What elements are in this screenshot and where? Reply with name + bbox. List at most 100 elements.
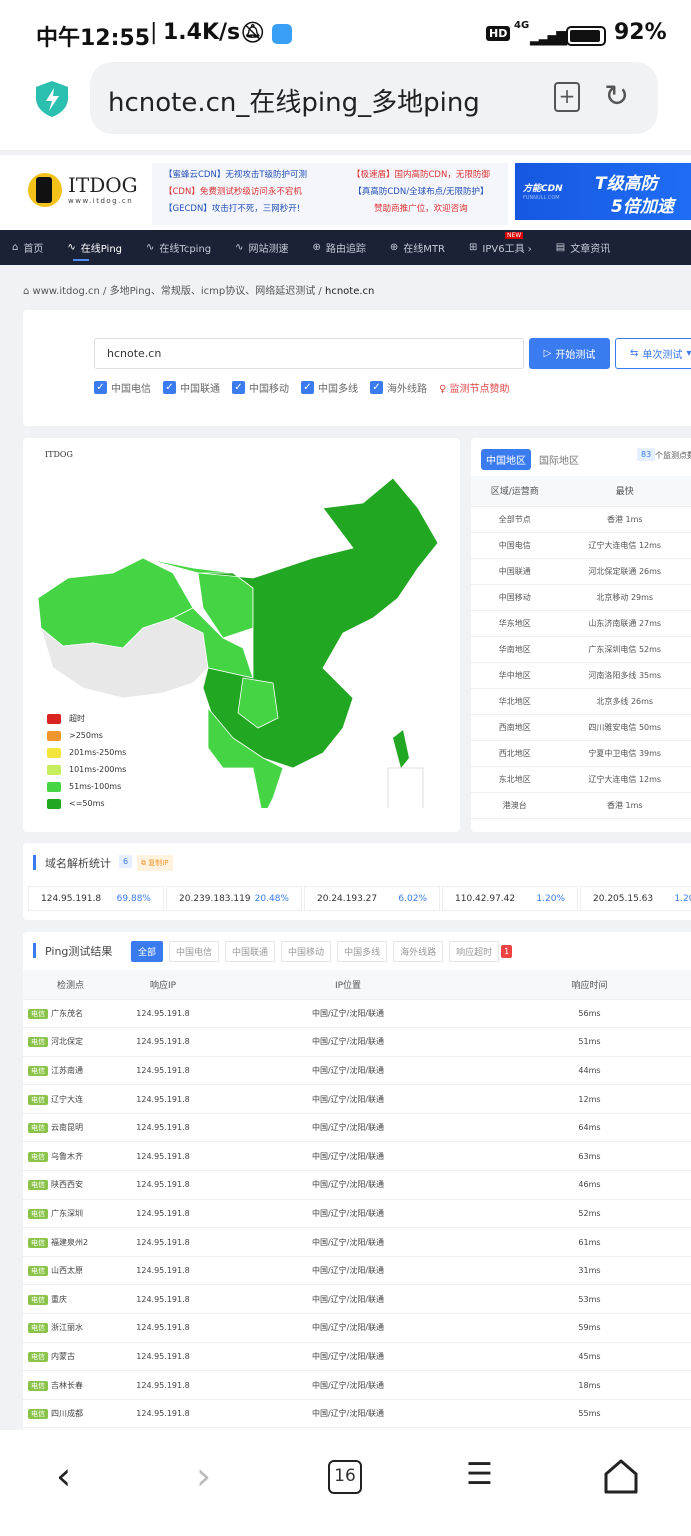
- battery-icon: [566, 26, 606, 46]
- menu-icon[interactable]: ☰: [466, 1460, 493, 1490]
- response-ip: 124.95.191.8: [118, 999, 208, 1029]
- pulse-icon: ∿: [146, 242, 155, 253]
- site-logo[interactable]: ITDOG: [68, 173, 138, 197]
- region-row: 中国电信 辽宁大连电信 12ms: [471, 532, 691, 559]
- ip-location: 中国/辽宁/沈阳/联通: [208, 999, 488, 1029]
- ping-results-card: Ping测试结果 全部 中国电信 中国联通 中国移动 中国多线 海外线路 响应超时 1 检测点…: [23, 932, 691, 1432]
- nav-label: IPV6工具 ›: [482, 244, 532, 255]
- region-name: 东北地区: [471, 766, 559, 793]
- isp-tag: 电信: [28, 1323, 48, 1334]
- probe-location: 河北保定: [51, 1037, 83, 1047]
- dropdown-value: 单次测试: [642, 350, 683, 361]
- pulse-icon: ∿: [235, 242, 244, 253]
- filter-tab[interactable]: 中国联通: [225, 941, 276, 962]
- signal-icon: ▂▃▅▇: [530, 30, 567, 46]
- probe-location: 乌鲁木齐: [51, 1151, 83, 1161]
- sponsor-link[interactable]: ♀ 监测节点赞助: [439, 380, 510, 395]
- ip-address: 20.205.15.63: [593, 893, 654, 904]
- copy-ip-button[interactable]: ⧉ 复制IP: [137, 855, 173, 871]
- nav-speedtest[interactable]: ∿ 网站测速: [223, 230, 300, 265]
- response-ip: 124.95.191.8: [118, 1027, 208, 1057]
- app-notification-icon: [272, 24, 292, 44]
- ad-link[interactable]: 【CDN】免费测试秒级访问永不宕机: [164, 184, 307, 201]
- tab-international[interactable]: 国际地区: [539, 452, 579, 467]
- nav-ipv6[interactable]: ⊞ IPV6工具 › NEW: [457, 230, 544, 265]
- ad-link[interactable]: 【蜜蜂云CDN】无视攻击T级防护可测: [164, 167, 307, 184]
- search-card: hcnote.cn ▷ 开始测试 ⇆ 单次测试 ▾ ✓ 中国电信 ✓ 中国联通 ✓ 中国移动…: [23, 310, 691, 426]
- button-label: 开始测试: [555, 350, 596, 361]
- ip-share: 6.02%: [398, 893, 427, 904]
- table-row: 电信 乌鲁木齐 124.95.191.8 中国/辽宁/沈阳/联通 63ms: [23, 1141, 691, 1172]
- region-name: 华东地区: [471, 610, 559, 637]
- response-ip: 124.95.191.8: [118, 1199, 208, 1229]
- logo-subtitle: www.itdog.cn: [68, 197, 134, 205]
- nav-home[interactable]: ⌂ 首页: [0, 230, 55, 265]
- isp-tag: 电信: [28, 1065, 48, 1076]
- legend-swatch: [47, 747, 61, 758]
- probe-location: 福建泉州2: [51, 1237, 89, 1247]
- nav-mtr[interactable]: ⊕ 在线MTR: [378, 230, 457, 265]
- ad-link[interactable]: 赞助商推广位，欢迎咨询: [352, 201, 490, 218]
- ip-address: 20.24.193.27: [317, 893, 378, 904]
- ip-share: 20.48%: [254, 893, 289, 904]
- region-row: 中国移动 北京移动 29ms: [471, 584, 691, 611]
- start-test-button[interactable]: ▷ 开始测试: [529, 338, 610, 369]
- ip-location: 中国/辽宁/沈阳/联通: [208, 1141, 488, 1172]
- response-time: 18ms: [488, 1370, 691, 1400]
- ip-location: 中国/辽宁/沈阳/联通: [208, 1256, 488, 1286]
- filter-tab[interactable]: 全部: [131, 941, 164, 962]
- tabs-count-button[interactable]: 16: [328, 1460, 362, 1494]
- probe-cell: 电信 福建泉州2: [23, 1227, 118, 1257]
- legend-swatch: [47, 713, 61, 724]
- tab-china[interactable]: 中国地区: [481, 449, 531, 470]
- checkbox-telecom[interactable]: ✓ 中国电信: [94, 380, 151, 395]
- checkbox-mobile[interactable]: ✓ 中国移动: [232, 380, 289, 395]
- nav-label: 在线Ping: [80, 244, 123, 255]
- ad-link[interactable]: 【GECDN】攻击打不死，三网秒开!: [164, 201, 307, 218]
- nav-articles[interactable]: ▤ 文章资讯: [544, 230, 622, 265]
- breadcrumb-link[interactable]: www.itdog.cn: [33, 286, 100, 297]
- column-header: 响应时间: [488, 970, 691, 1000]
- resolved-ip[interactable]: 20.239.183.119 20.48%: [166, 886, 302, 911]
- domain-input[interactable]: hcnote.cn: [94, 338, 524, 369]
- filter-tab[interactable]: 中国移动: [281, 941, 332, 962]
- nav-tcping[interactable]: ∿ 在线Tcping: [134, 230, 223, 265]
- filter-tab[interactable]: 响应超时: [449, 941, 500, 962]
- ad-link[interactable]: 【极速盾】国内高防CDN，无限防御: [352, 167, 490, 184]
- checkbox-multiline[interactable]: ✓ 中国多线: [301, 380, 358, 395]
- resolved-ip[interactable]: 110.42.97.42 1.20%: [442, 886, 578, 911]
- ip-location: 中国/辽宁/沈阳/联通: [208, 1399, 488, 1429]
- back-icon[interactable]: ‹: [56, 1454, 71, 1498]
- legend-swatch: [47, 730, 61, 741]
- nav-ping[interactable]: ∿ 在线Ping: [55, 230, 134, 265]
- url-field[interactable]: hcnote.cn_在线ping_多地ping + ↻: [90, 62, 658, 134]
- refresh-icon[interactable]: ↻: [604, 79, 629, 114]
- filter-tab[interactable]: 海外线路: [393, 941, 444, 962]
- test-mode-dropdown[interactable]: ⇆ 单次测试 ▾: [615, 338, 691, 369]
- probe-cell: 电信 乌鲁木齐: [23, 1141, 118, 1172]
- add-bookmark-icon[interactable]: +: [554, 82, 580, 112]
- nav-label: 文章资讯: [570, 244, 611, 255]
- ip-list: 124.95.191.8 69.88% 20.239.183.119 20.48% 20…: [28, 886, 691, 911]
- breadcrumb-link[interactable]: 多地Ping、常规版、icmp协议、网络延迟测试: [110, 286, 316, 297]
- checkbox-overseas[interactable]: ✓ 海外线路: [370, 380, 427, 395]
- ad-link[interactable]: 【真高防CDN/全球布点/无限防护】: [352, 184, 490, 201]
- resolved-ip[interactable]: 20.205.15.63 1.20%: [580, 886, 691, 911]
- region-name: 中国电信: [471, 532, 559, 559]
- nav-label: 在线Tcping: [159, 244, 212, 255]
- filter-tab[interactable]: 中国多线: [337, 941, 388, 962]
- funnull-ad[interactable]: 方能CDN FUNNULL.COM T级高防 5倍加速: [515, 163, 691, 220]
- table-row: 电信 河北保定 124.95.191.8 中国/辽宁/沈阳/联通 51ms: [23, 1027, 691, 1057]
- resolved-ip[interactable]: 124.95.191.8 69.88%: [28, 886, 164, 911]
- response-time: 56ms: [488, 999, 691, 1029]
- nav-traceroute[interactable]: ⊕ 路由追踪: [301, 230, 378, 265]
- shield-icon[interactable]: [34, 80, 70, 118]
- filter-tab[interactable]: 中国电信: [169, 941, 220, 962]
- checkbox-unicom[interactable]: ✓ 中国联通: [163, 380, 220, 395]
- legend-swatch: [47, 764, 61, 775]
- fastest-node: 北京多线 26ms: [558, 688, 691, 715]
- resolved-ip[interactable]: 20.24.193.27 6.02%: [304, 886, 440, 911]
- ip-share: 69.88%: [116, 893, 151, 904]
- home-icon[interactable]: [602, 1458, 640, 1496]
- legend-item: >250ms: [47, 727, 126, 744]
